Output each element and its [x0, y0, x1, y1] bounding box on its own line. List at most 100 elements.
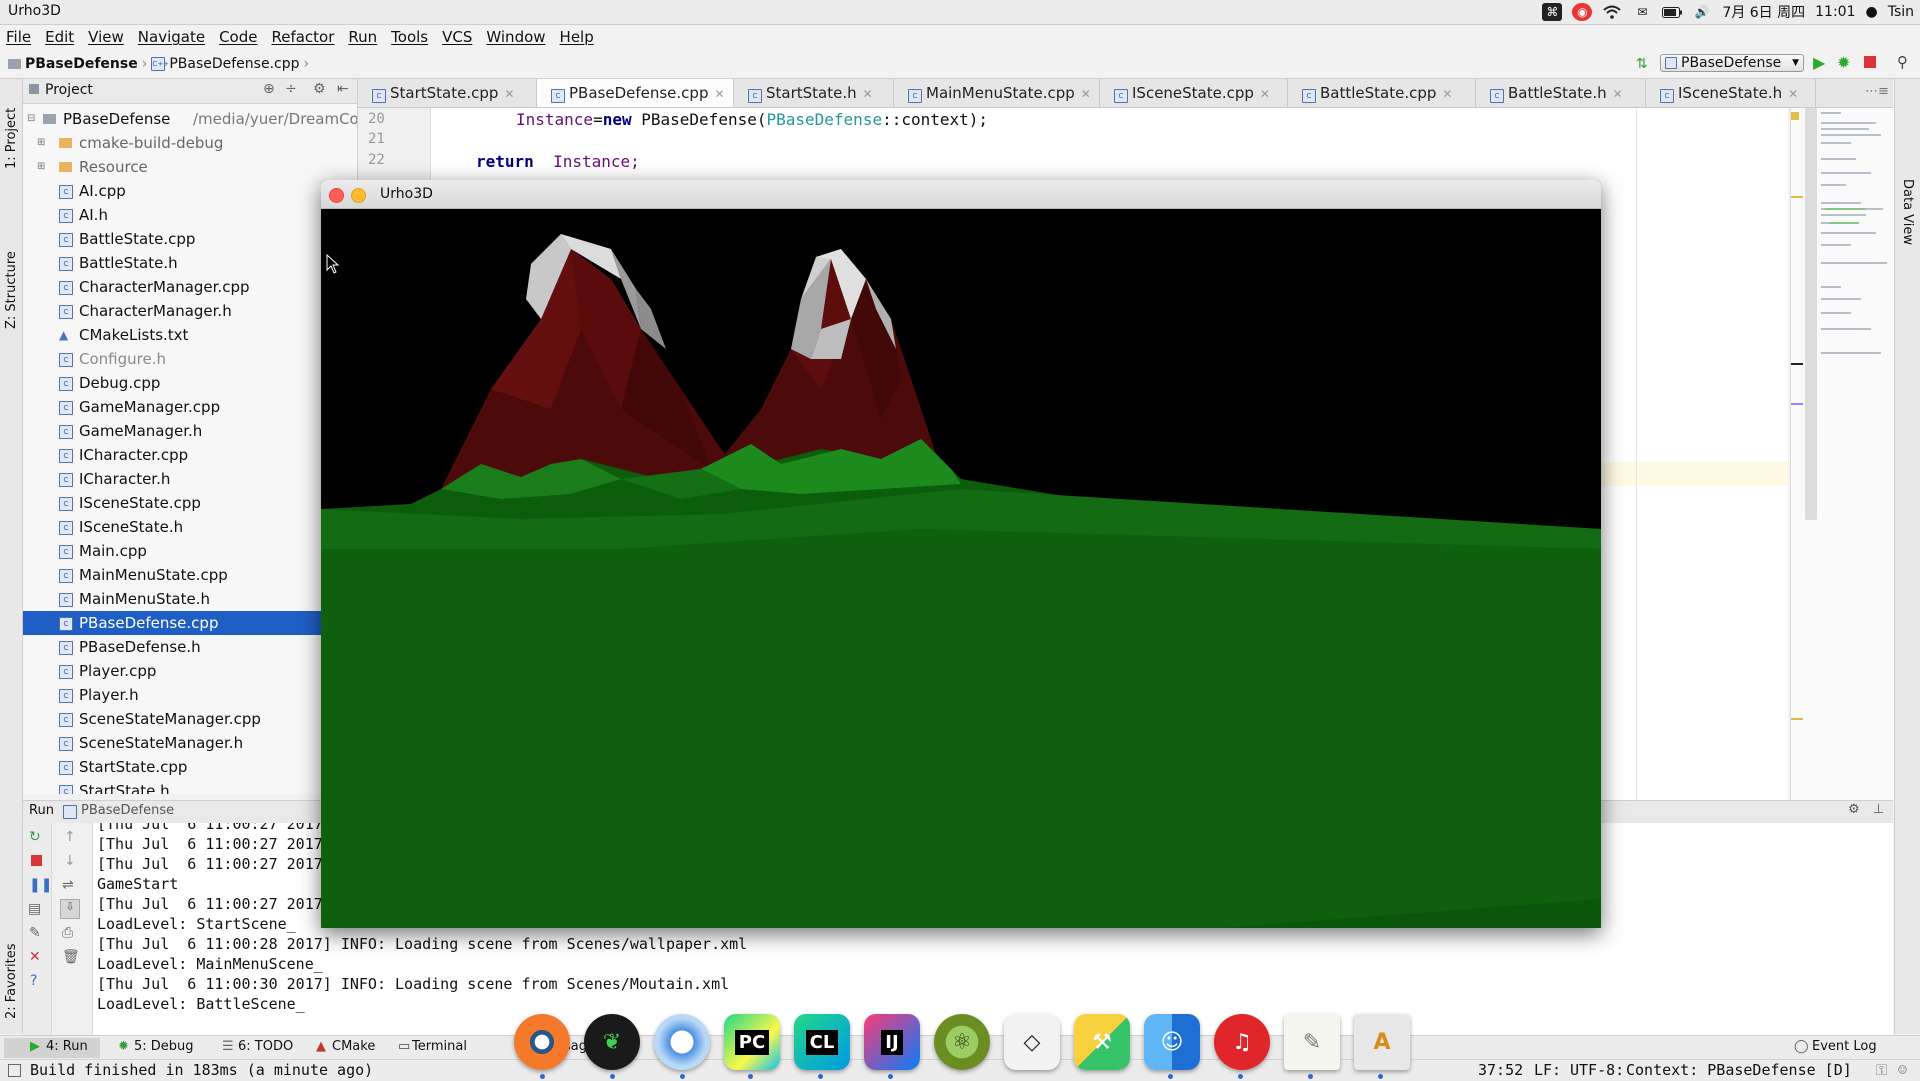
stop-icon[interactable]	[1864, 56, 1876, 68]
caret-position[interactable]: 37:52	[1478, 1061, 1523, 1079]
trash-icon[interactable]: 🗑	[62, 949, 80, 965]
tree-file[interactable]: C SceneStateManager.cpp	[23, 707, 357, 731]
tree-file[interactable]: C CharacterManager.h	[23, 299, 357, 323]
editor-minimap[interactable]	[1790, 108, 1894, 800]
battery-icon[interactable]	[1662, 3, 1683, 21]
tree-file[interactable]: C AI.h	[23, 203, 357, 227]
status-message[interactable]: Build finished in 183ms (a minute ago)	[30, 1061, 373, 1079]
tab-menu-icon[interactable]: ⋯≡	[1865, 84, 1889, 99]
context-label[interactable]: Context: PBaseDefense [D]	[1626, 1061, 1852, 1079]
run-panel-label[interactable]: Run	[29, 803, 54, 818]
pause-icon[interactable]: ❚❚	[29, 877, 52, 893]
collapse-toggle-icon[interactable]: ⊟	[27, 107, 35, 131]
tree-file[interactable]: C ISceneState.cpp	[23, 491, 357, 515]
run-tool-tab[interactable]: 4: Run	[46, 1039, 88, 1054]
tree-file[interactable]: C PBaseDefense.h	[23, 635, 357, 659]
urho3d-window[interactable]: Urho3D	[321, 180, 1601, 928]
line-ending[interactable]: LF:	[1534, 1061, 1561, 1079]
tree-file[interactable]: ▲ CMakeLists.txt	[23, 323, 357, 347]
tree-file[interactable]: C StartState.h	[23, 779, 357, 794]
time-label[interactable]: 11:01	[1815, 4, 1855, 20]
blender-icon[interactable]	[514, 1014, 570, 1070]
tree-file[interactable]: C Main.cpp	[23, 539, 357, 563]
hide-icon[interactable]: ⇤	[337, 81, 349, 97]
minimize-window-button[interactable]	[351, 188, 366, 203]
run-panel-config[interactable]: PBaseDefense	[81, 803, 174, 818]
user-label[interactable]: Tsin	[1888, 4, 1914, 20]
expand-toggle-icon[interactable]: ⊞	[37, 155, 45, 179]
close-tab-icon[interactable]: ✕	[714, 87, 724, 101]
expand-toggle-icon[interactable]: ⊞	[37, 131, 45, 155]
tab-iscenestate-h[interactable]: C ISceneState.h ✕	[1646, 79, 1816, 107]
run-icon[interactable]: ▶	[1813, 53, 1825, 72]
close-tab-icon[interactable]: ✕	[1788, 87, 1798, 101]
tab-startstate-cpp[interactable]: C StartState.cpp ✕	[358, 79, 537, 107]
debug-tool-tab[interactable]: 5: Debug	[134, 1039, 194, 1054]
print-icon[interactable]: ⎙	[62, 925, 73, 941]
netease-music-icon[interactable]: ♫	[1214, 1014, 1270, 1070]
rerun-icon[interactable]: ↻	[29, 829, 41, 845]
up-arrow-icon[interactable]: ↑	[64, 829, 76, 845]
tree-root[interactable]: ⊟ PBaseDefense /media/yuer/DreamCo	[23, 107, 357, 131]
warning-stripe[interactable]	[1791, 718, 1803, 720]
locate-icon[interactable]: ⊕	[263, 81, 275, 97]
tab-mainmenustate-cpp[interactable]: C MainMenuState.cpp ✕	[894, 79, 1100, 107]
tree-file[interactable]: C StartState.cpp	[23, 755, 357, 779]
breadcrumb-project[interactable]: PBaseDefense	[25, 56, 138, 72]
apple-icon[interactable]: ●	[1865, 4, 1877, 20]
terminal-tool-tab[interactable]: Terminal	[412, 1039, 467, 1054]
tree-file[interactable]: C AI.cpp	[23, 179, 357, 203]
collapse-icon[interactable]: ÷	[285, 81, 297, 97]
editor-scrollbar[interactable]	[1805, 108, 1817, 520]
mail-icon[interactable]: ✉	[1632, 3, 1652, 21]
tree-file[interactable]: C BattleState.h	[23, 251, 357, 275]
lock-icon[interactable]: ⚿	[1876, 1061, 1887, 1079]
tab-startstate-h[interactable]: C StartState.h ✕	[734, 79, 894, 107]
tree-file[interactable]: C SceneStateManager.h	[23, 731, 357, 755]
wrap-icon[interactable]: ⇌	[62, 877, 74, 893]
close-tab-icon[interactable]: ✕	[1613, 87, 1623, 101]
menu-help[interactable]: Help	[560, 28, 594, 46]
warning-stripe[interactable]	[1791, 196, 1803, 198]
build-icon[interactable]: ⇅	[1636, 56, 1648, 72]
down-arrow-icon[interactable]: ↓	[64, 853, 76, 869]
android-studio-icon[interactable]: ⚛	[934, 1014, 990, 1070]
tree-file[interactable]: C Player.cpp	[23, 659, 357, 683]
tree-file[interactable]: C Player.h	[23, 683, 357, 707]
toggle-tool-windows-icon[interactable]	[8, 1064, 21, 1077]
intellij-icon[interactable]: IJ	[864, 1014, 920, 1070]
menu-edit[interactable]: Edit	[45, 28, 74, 46]
app-installer-icon[interactable]: A	[1354, 1014, 1410, 1070]
tab-pbasedefense-cpp[interactable]: C PBaseDefense.cpp ✕	[537, 79, 734, 107]
text-editor-icon[interactable]: ✎	[1284, 1014, 1340, 1070]
tree-file[interactable]: C ISceneState.h	[23, 515, 357, 539]
menu-view[interactable]: View	[88, 28, 124, 46]
tree-file[interactable]: C Debug.cpp	[23, 371, 357, 395]
tree-file[interactable]: C Configure.h	[23, 347, 357, 371]
menu-run[interactable]: Run	[348, 28, 377, 46]
project-tool-button[interactable]: 1: Project	[4, 108, 19, 169]
chromium-icon[interactable]	[654, 1014, 710, 1070]
tree-file[interactable]: C GameManager.h	[23, 419, 357, 443]
tree-folder[interactable]: ⊞ Resource	[23, 155, 357, 179]
command-icon[interactable]: ⌘	[1542, 3, 1563, 21]
volume-icon[interactable]: 🔊	[1692, 3, 1712, 21]
cmake-tool-tab[interactable]: CMake	[332, 1039, 375, 1054]
menu-window[interactable]: Window	[486, 28, 545, 46]
layout-icon[interactable]: ▤	[28, 901, 41, 917]
gear-icon[interactable]: ⚙	[313, 81, 326, 97]
unity-icon[interactable]: ◇	[1004, 1014, 1060, 1070]
project-panel-title[interactable]: Project	[45, 82, 93, 98]
qt-creator-icon[interactable]: ❦	[584, 1014, 640, 1070]
tree-folder[interactable]: ⊞ cmake-build-debug	[23, 131, 357, 155]
close-tab-icon[interactable]: ✕	[1260, 87, 1270, 101]
tree-file[interactable]: C GameManager.cpp	[23, 395, 357, 419]
close-tab-icon[interactable]: ✕	[1081, 87, 1091, 101]
pin-icon[interactable]: ✎	[29, 925, 41, 941]
stop-icon[interactable]	[31, 855, 42, 866]
tree-file[interactable]: C ICharacter.cpp	[23, 443, 357, 467]
close-tab-icon[interactable]: ✕	[863, 87, 873, 101]
menu-code[interactable]: Code	[219, 28, 257, 46]
close-tab-icon[interactable]: ✕	[504, 87, 514, 101]
favorites-tool-button[interactable]: 2: Favorites	[4, 943, 19, 1019]
